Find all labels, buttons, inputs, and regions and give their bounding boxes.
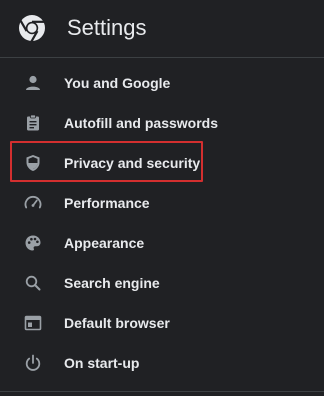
browser-window-icon <box>23 313 43 333</box>
shield-icon <box>23 153 43 173</box>
sidebar-item-label: On start-up <box>64 355 140 371</box>
sidebar-item-label: Privacy and security <box>64 155 201 171</box>
search-icon <box>23 273 43 293</box>
sidebar-item-search-engine[interactable]: Search engine <box>0 263 324 303</box>
sidebar-item-privacy-and-security[interactable]: Privacy and security <box>0 143 324 183</box>
sidebar-item-label: Autofill and passwords <box>64 115 219 131</box>
speedometer-icon <box>23 193 43 213</box>
sidebar-item-on-startup[interactable]: On start-up <box>0 343 324 383</box>
settings-sidebar-menu: You and Google Autofill and passwords Pr… <box>0 63 324 383</box>
sidebar-item-label: Default browser <box>64 315 170 331</box>
power-icon <box>23 353 43 373</box>
header-divider <box>0 57 324 58</box>
person-icon <box>23 73 43 93</box>
sidebar-item-label: You and Google <box>64 75 171 91</box>
clipboard-icon <box>23 113 43 133</box>
chrome-logo-icon[interactable] <box>18 14 46 43</box>
sidebar-item-label: Appearance <box>64 235 145 251</box>
sidebar-item-appearance[interactable]: Appearance <box>0 223 324 263</box>
sidebar-item-you-and-google[interactable]: You and Google <box>0 63 324 103</box>
sidebar-item-label: Performance <box>64 195 150 211</box>
settings-header: Settings <box>0 0 324 58</box>
sidebar-item-default-browser[interactable]: Default browser <box>0 303 324 343</box>
palette-icon <box>23 233 43 253</box>
sidebar-item-autofill[interactable]: Autofill and passwords <box>0 103 324 143</box>
page-title: Settings <box>67 15 147 40</box>
sidebar-item-performance[interactable]: Performance <box>0 183 324 223</box>
menu-bottom-divider <box>0 391 324 392</box>
sidebar-item-label: Search engine <box>64 275 160 291</box>
